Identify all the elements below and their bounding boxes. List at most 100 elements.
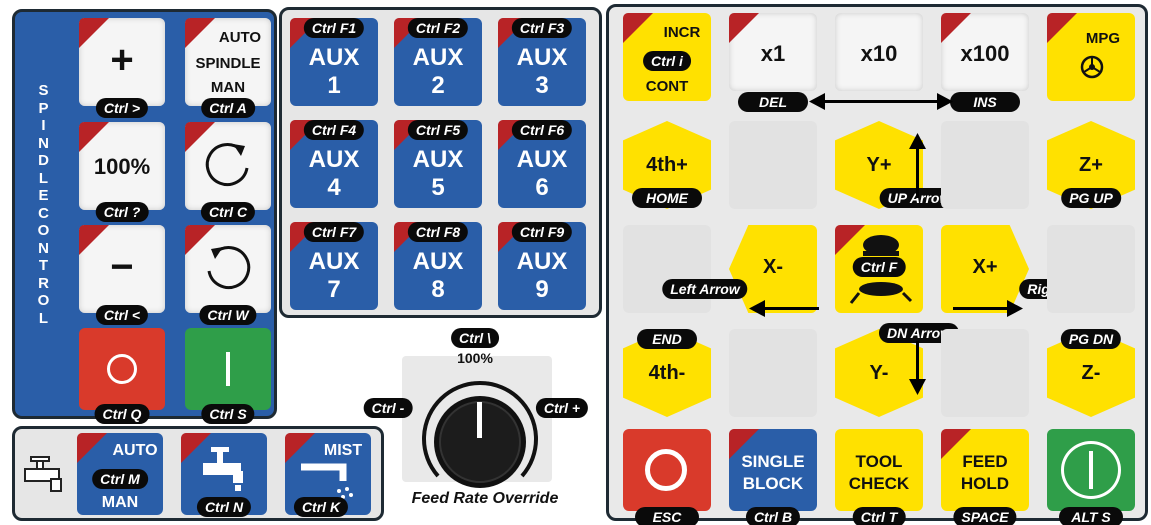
- mpg-button[interactable]: MPG: [1047, 13, 1135, 101]
- shortcut-ctrl-minus: Ctrl -: [363, 398, 413, 418]
- incr-label: INCR: [663, 24, 701, 41]
- shortcut-pg-dn: PG DN: [1060, 329, 1122, 349]
- aux-number: 7: [327, 276, 341, 303]
- z-plus-label: Z+: [1079, 154, 1103, 176]
- shortcut-end: END: [637, 329, 697, 349]
- x-minus-button[interactable]: X-: [729, 225, 817, 313]
- aux-7-button[interactable]: Ctrl F7 AUX 7: [290, 222, 378, 310]
- single-block-button[interactable]: SINGLE BLOCK Ctrl B: [729, 429, 817, 525]
- jog-panel: INCR Ctrl i CONT x1 x10 x100 DEL INS MPG…: [606, 4, 1148, 525]
- fourth-plus-label: 4th+: [646, 154, 688, 176]
- shortcut-ctrl-c: Ctrl C: [200, 202, 256, 222]
- minus-symbol: −: [110, 245, 134, 289]
- right-arrowhead-icon: [1007, 300, 1023, 317]
- blank-key: [729, 329, 817, 417]
- aux-label: AUX: [516, 146, 568, 173]
- aux-number: 3: [535, 72, 549, 99]
- shortcut-ctrl-b: Ctrl B: [745, 507, 801, 525]
- emergency-stop-button[interactable]: ESC: [623, 429, 711, 525]
- spindle-increase-button[interactable]: + Ctrl >: [79, 18, 165, 118]
- spindle-cw-button[interactable]: Ctrl C: [185, 122, 271, 222]
- rotate-clockwise-icon: [205, 143, 249, 187]
- faucet-icon: [24, 456, 62, 492]
- left-arrowhead-icon: [749, 300, 765, 317]
- spindle-ccw-button[interactable]: Ctrl W: [185, 225, 271, 325]
- spindle-auto-man-button[interactable]: AUTO SPINDLE MAN Ctrl A: [185, 18, 271, 118]
- blank-key: [729, 121, 817, 209]
- cont-label: CONT: [645, 78, 689, 95]
- spindle-decrease-button[interactable]: − Ctrl <: [79, 225, 165, 325]
- spindle-label: SPINDLE: [195, 55, 261, 72]
- x10-label: x10: [860, 41, 898, 66]
- auto-label: AUTO: [112, 442, 158, 459]
- aux-label: AUX: [308, 146, 360, 173]
- shortcut-home: HOME: [632, 188, 702, 208]
- aux-8-button[interactable]: Ctrl F8 AUX 8: [394, 222, 482, 310]
- shortcut-ctrl-backslash: Ctrl \: [451, 328, 499, 348]
- aux-number: 8: [431, 276, 445, 303]
- shortcut-space: SPACE: [953, 507, 1017, 525]
- shortcut-ctrl-f1: Ctrl F1: [303, 18, 365, 38]
- shortcut-ctrl-a: Ctrl A: [201, 98, 255, 118]
- aux-2-button[interactable]: Ctrl F2 AUX 2: [394, 18, 482, 106]
- feed-rate-override: Ctrl \ 100% Ctrl - Ctrl + Feed Rate Over…: [340, 322, 602, 520]
- aux-5-button[interactable]: Ctrl F5 AUX 5: [394, 120, 482, 208]
- fourth-minus-label: 4th-: [648, 362, 686, 384]
- shortcut-ctrl-f8: Ctrl F8: [407, 222, 469, 242]
- aux-label: AUX: [516, 44, 568, 71]
- single-label: SINGLE: [741, 452, 805, 471]
- aux-label: AUX: [412, 44, 464, 71]
- spindle-stop-button[interactable]: Ctrl Q: [79, 328, 165, 424]
- aux-number: 1: [327, 72, 341, 99]
- aux-3-button[interactable]: Ctrl F3 AUX 3: [498, 18, 586, 106]
- handwheel-icon: [1080, 55, 1104, 79]
- x1-button[interactable]: x1: [729, 13, 817, 91]
- shortcut-ctrl-f7: Ctrl F7: [303, 222, 365, 242]
- spindle-start-button[interactable]: Ctrl S: [185, 328, 271, 424]
- rotate-counterclockwise-icon: [207, 246, 251, 290]
- coolant-auto-man-button[interactable]: AUTO Ctrl M MAN: [77, 433, 163, 515]
- shortcut-ctrl-lt: Ctrl <: [95, 305, 149, 325]
- block-label: BLOCK: [742, 474, 804, 493]
- del-ins-arrow-line: [815, 100, 945, 103]
- aux-number: 5: [431, 174, 445, 201]
- shortcut-ctrl-w: Ctrl W: [199, 305, 257, 325]
- incr-cont-button[interactable]: INCR Ctrl i CONT: [623, 13, 711, 101]
- shortcut-ctrl-f5: Ctrl F5: [407, 120, 469, 140]
- aux-panel: Ctrl F1 AUX 1 Ctrl F2 AUX 2 Ctrl F3 AUX 3 Ctrl F4…: [279, 7, 602, 318]
- aux-label: AUX: [412, 146, 464, 173]
- shortcut-ctrl-gt: Ctrl >: [95, 98, 149, 118]
- blank-key: [941, 329, 1029, 417]
- mpg-label: MPG: [1085, 30, 1121, 47]
- spindle-control-title: SPINDLE CONTROL: [37, 82, 53, 327]
- feed-rate-title: Feed Rate Override: [411, 490, 559, 507]
- feed-hold-button[interactable]: FEED HOLD SPACE: [941, 429, 1029, 525]
- shortcut-ctrl-i: Ctrl i: [643, 51, 691, 71]
- aux-4-button[interactable]: Ctrl F4 AUX 4: [290, 120, 378, 208]
- cycle-start-bar: [1089, 451, 1093, 489]
- feed-rate-knob[interactable]: [418, 380, 542, 492]
- aux-1-button[interactable]: Ctrl F1 AUX 1: [290, 18, 378, 106]
- spindle-control-panel: SPINDLE CONTROL + Ctrl > AUTO SPINDLE MA…: [12, 9, 277, 424]
- up-arrowhead-icon: [909, 133, 926, 149]
- aux-6-button[interactable]: Ctrl F6 AUX 6: [498, 120, 586, 208]
- shortcut-ctrl-m: Ctrl M: [92, 469, 148, 489]
- x100-button[interactable]: x100: [941, 13, 1029, 91]
- shortcut-left-arrow: Left Arrow: [662, 279, 748, 299]
- shortcut-ctrl-question: Ctrl ?: [95, 202, 149, 222]
- rapid-button[interactable]: Ctrl F: [835, 225, 923, 313]
- coolant-panel: AUTO Ctrl M MAN Ctrl N MIST Ctrl K: [12, 426, 384, 521]
- x100-label: x100: [960, 41, 1010, 66]
- aux-number: 9: [535, 276, 549, 303]
- aux-9-button[interactable]: Ctrl F9 AUX 9: [498, 222, 586, 310]
- shortcut-ctrl-f2: Ctrl F2: [407, 18, 469, 38]
- feed-percent-label: 100%: [457, 350, 493, 366]
- estop-circle-icon: [645, 449, 687, 491]
- tool-check-button[interactable]: TOOL CHECK Ctrl T: [835, 429, 923, 525]
- shortcut-ctrl-plus: Ctrl +: [535, 398, 589, 418]
- coolant-flood-button[interactable]: Ctrl N: [181, 433, 267, 517]
- aux-number: 2: [431, 72, 445, 99]
- cycle-start-button[interactable]: ALT S: [1047, 429, 1135, 525]
- spindle-100-percent-button[interactable]: 100% Ctrl ?: [79, 122, 165, 222]
- x10-button[interactable]: x10: [835, 13, 923, 91]
